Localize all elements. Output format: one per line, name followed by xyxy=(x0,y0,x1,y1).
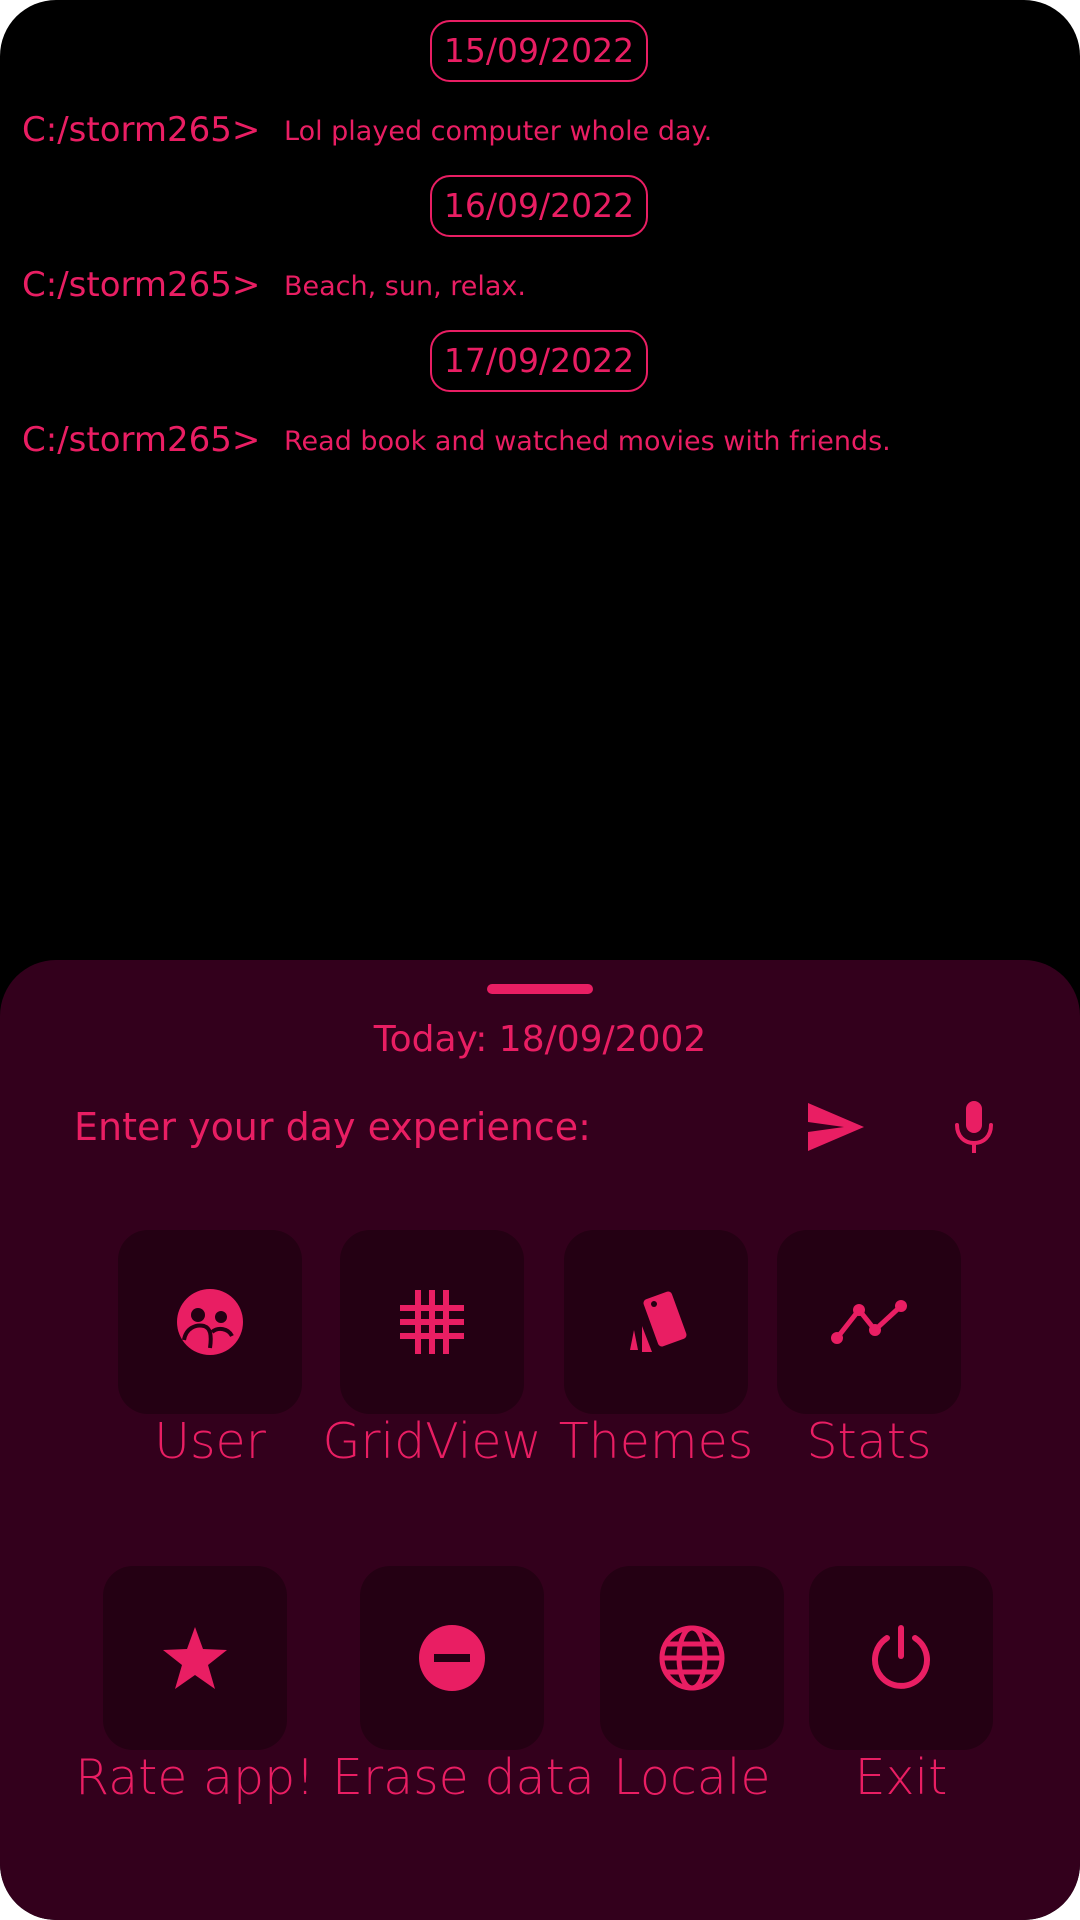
themes-label: Themes xyxy=(558,1413,754,1470)
date-pill: 15/09/2022 xyxy=(430,20,648,82)
themes-button[interactable] xyxy=(564,1230,748,1414)
sheet-drag-handle[interactable] xyxy=(487,984,593,994)
diary-entry: 16/09/2022 C:/storm265> Beach, sun, rela… xyxy=(0,175,1080,330)
microphone-icon xyxy=(955,1101,993,1153)
locale-button[interactable] xyxy=(600,1566,784,1750)
entry-text[interactable]: Read book and watched movies with friend… xyxy=(284,424,891,460)
stats-line-icon xyxy=(831,1300,907,1344)
date-pill: 16/09/2022 xyxy=(430,175,648,237)
date-pill: 17/09/2022 xyxy=(430,330,648,392)
entry-prompt: C:/storm265> xyxy=(22,265,261,305)
entry-text[interactable]: Lol played computer whole day. xyxy=(284,114,712,150)
entry-prompt: C:/storm265> xyxy=(22,420,261,460)
stats-label: Stats xyxy=(806,1413,932,1470)
exit-label: Exit xyxy=(854,1749,948,1806)
user-button[interactable] xyxy=(118,1230,302,1414)
day-experience-input[interactable]: Enter your day experience: xyxy=(74,1102,591,1152)
microphone-button[interactable] xyxy=(938,1091,1010,1163)
globe-icon xyxy=(659,1625,725,1691)
gridview-button[interactable] xyxy=(340,1230,524,1414)
grid-icon xyxy=(400,1290,464,1354)
locale-label: Locale xyxy=(613,1749,771,1806)
bottom-sheet: Today: 18/09/2002 Enter your day experie… xyxy=(0,960,1080,1920)
star-icon xyxy=(163,1627,227,1689)
erase-minus-icon xyxy=(419,1625,485,1691)
exit-button[interactable] xyxy=(809,1566,993,1750)
send-button[interactable] xyxy=(800,1091,872,1163)
rate-app-button[interactable] xyxy=(103,1566,287,1750)
diary-log: 15/09/2022 C:/storm265> Lol played compu… xyxy=(0,20,1080,485)
erase-data-label: Erase data xyxy=(332,1749,595,1806)
user-face-icon xyxy=(177,1289,243,1355)
stats-button[interactable] xyxy=(777,1230,961,1414)
themes-cards-icon xyxy=(630,1291,687,1352)
erase-data-button[interactable] xyxy=(360,1566,544,1750)
screen: 15/09/2022 C:/storm265> Lol played compu… xyxy=(0,0,1080,1920)
power-icon xyxy=(872,1625,930,1689)
rate-app-label: Rate app! xyxy=(75,1749,315,1806)
today-date: Today: 18/09/2002 xyxy=(373,1019,707,1060)
entry-text[interactable]: Beach, sun, relax. xyxy=(284,269,526,305)
diary-entry: 15/09/2022 C:/storm265> Lol played compu… xyxy=(0,20,1080,175)
gridview-label: GridView xyxy=(322,1413,542,1470)
entry-prompt: C:/storm265> xyxy=(22,110,261,150)
user-label: User xyxy=(154,1413,266,1470)
diary-entry: 17/09/2022 C:/storm265> Read book and wa… xyxy=(0,330,1080,485)
send-icon xyxy=(808,1103,864,1151)
